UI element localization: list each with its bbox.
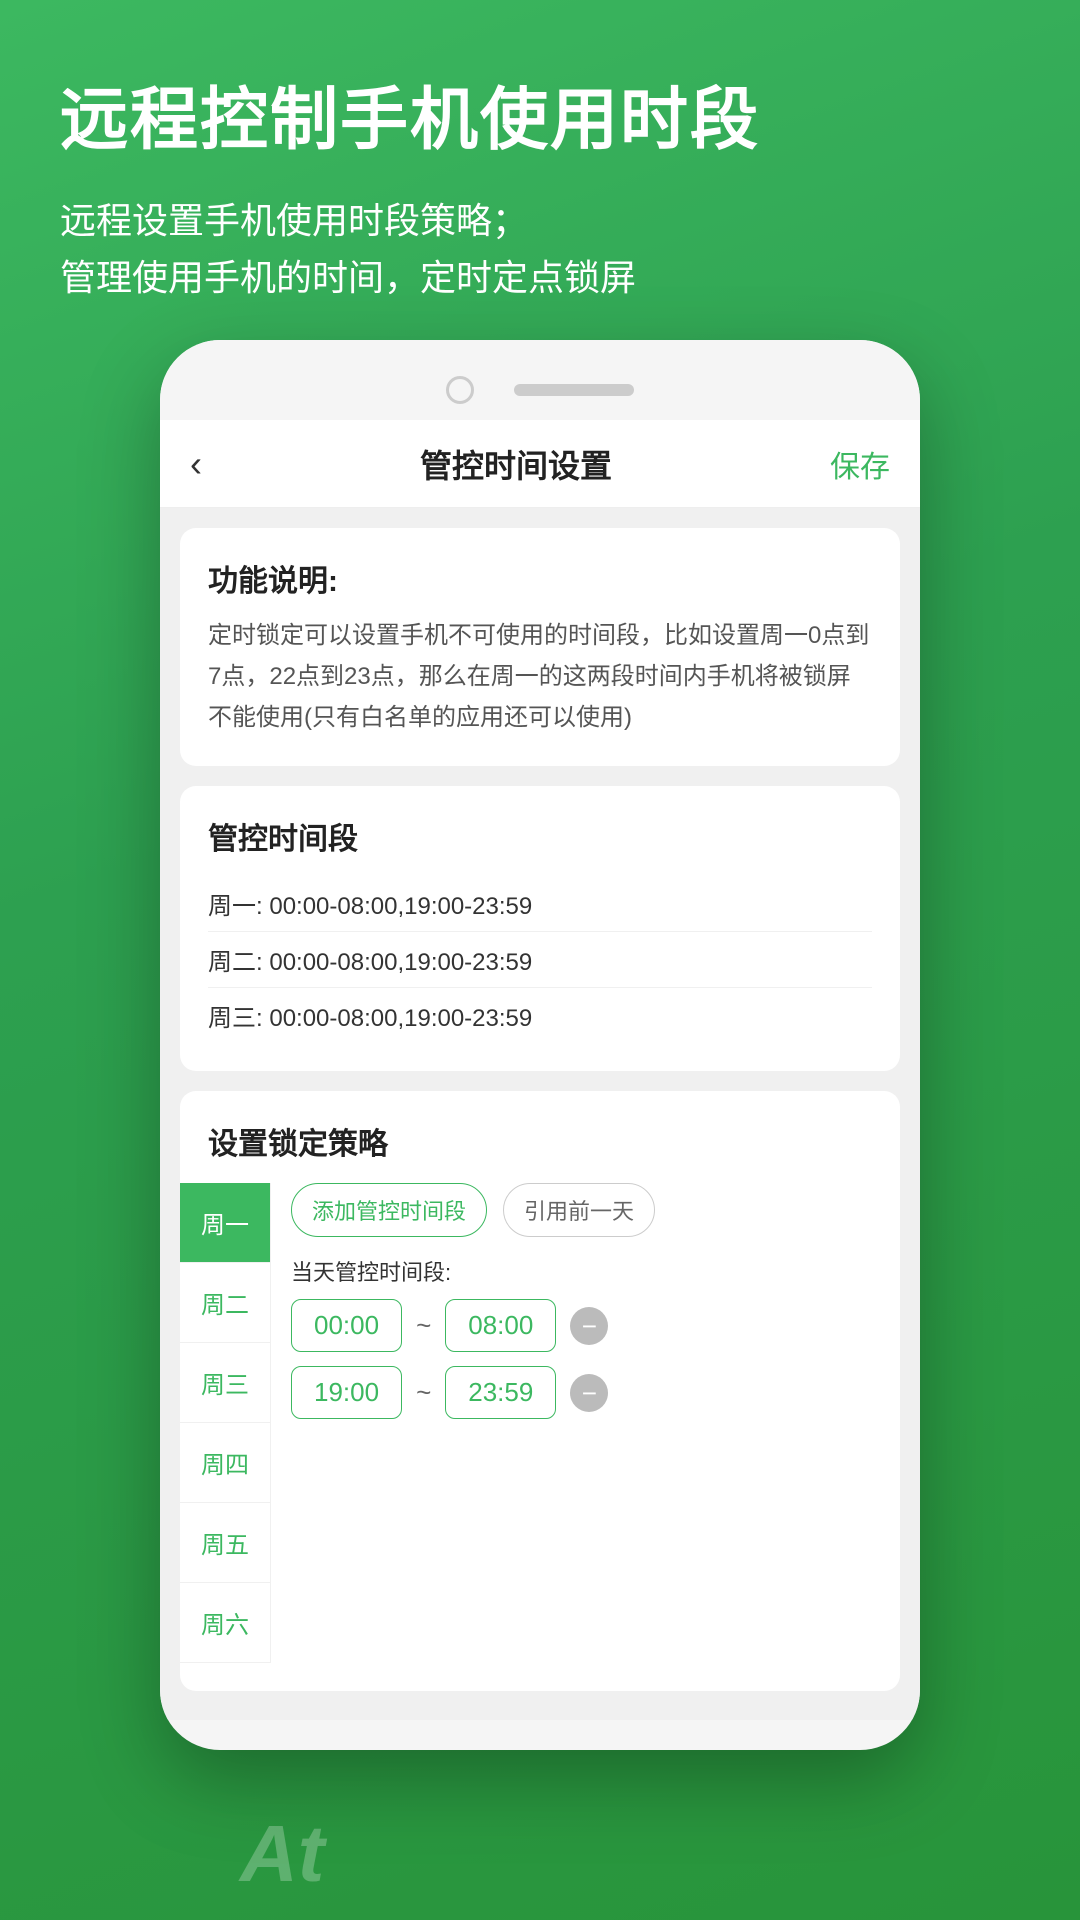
wednesday-time: 00:00-08:00,19:00-23:59 [269,1005,532,1032]
schedule-title: 管控时间段 [208,814,872,858]
phone-mockup: ‹ 管控时间设置 保存 功能说明: 定时锁定可以设置手机不可使用的时间段，比如设… [160,340,920,1750]
tuesday-time: 00:00-08:00,19:00-23:59 [269,949,532,976]
feature-description: 定时锁定可以设置手机不可使用的时间段，比如设置周一0点到7点，22点到23点，那… [208,616,872,738]
navbar-title: 管控时间设置 [420,441,612,487]
day-thursday[interactable]: 周四 [180,1423,270,1503]
day-friday[interactable]: 周五 [180,1503,270,1583]
remove-time-2[interactable]: − [570,1374,608,1412]
schedule-row-monday: 周一: 00:00-08:00,19:00-23:59 [208,876,872,932]
page-header: 远程控制手机使用时段 远程设置手机使用时段策略； 管理使用手机的时间，定时定点锁… [0,0,1080,347]
day-list: 周一 周二 周三 周四 周五 周六 添加管控时间段 引用前一天 当天管控时间段: [180,1183,900,1663]
feature-card: 功能说明: 定时锁定可以设置手机不可使用的时间段，比如设置周一0点到7点，22点… [180,528,900,766]
schedule-card: 管控时间段 周一: 00:00-08:00,19:00-23:59 周二: 00… [180,786,900,1071]
phone-top-bar [160,340,920,420]
at-brand-text: At [240,1808,324,1900]
phone-camera [446,376,474,404]
save-button[interactable]: 保存 [830,442,890,486]
time-range-row-1: 00:00 ~ 08:00 − [291,1299,880,1352]
wednesday-label: 周三: [208,1005,269,1032]
subtitle-line1: 远程设置手机使用时段策略； [60,192,1020,250]
tilde-2: ~ [416,1377,431,1408]
time-start-2[interactable]: 19:00 [291,1366,402,1419]
action-buttons: 添加管控时间段 引用前一天 [291,1183,880,1237]
back-button[interactable]: ‹ [190,443,202,485]
day-monday[interactable]: 周一 [180,1183,270,1263]
page-subtitle: 远程设置手机使用时段策略； 管理使用手机的时间，定时定点锁屏 [60,192,1020,307]
phone-speaker [514,384,634,396]
tilde-1: ~ [416,1310,431,1341]
today-label: 当天管控时间段: [291,1255,880,1287]
monday-time: 00:00-08:00,19:00-23:59 [269,893,532,920]
subtitle-line2: 管理使用手机的时间，定时定点锁屏 [60,249,1020,307]
page-title: 远程控制手机使用时段 [60,80,1020,162]
tuesday-label: 周二: [208,949,269,976]
time-end-2[interactable]: 23:59 [445,1366,556,1419]
app-navbar: ‹ 管控时间设置 保存 [160,420,920,508]
add-time-button[interactable]: 添加管控时间段 [291,1183,487,1237]
time-end-1[interactable]: 08:00 [445,1299,556,1352]
day-right-panel: 添加管控时间段 引用前一天 当天管控时间段: 00:00 ~ 08:00 − 1… [271,1183,900,1663]
day-column: 周一 周二 周三 周四 周五 周六 [180,1183,271,1663]
day-tuesday[interactable]: 周二 [180,1263,270,1343]
copy-previous-button[interactable]: 引用前一天 [503,1183,655,1237]
day-wednesday[interactable]: 周三 [180,1343,270,1423]
remove-time-1[interactable]: − [570,1307,608,1345]
schedule-row-wednesday: 周三: 00:00-08:00,19:00-23:59 [208,988,872,1043]
time-range-row-2: 19:00 ~ 23:59 − [291,1366,880,1419]
monday-label: 周一: [208,893,269,920]
app-content: ‹ 管控时间设置 保存 功能说明: 定时锁定可以设置手机不可使用的时间段，比如设… [160,420,920,1720]
lock-strategy-title: 设置锁定策略 [180,1119,900,1163]
feature-title: 功能说明: [208,556,872,600]
lock-strategy-card: 设置锁定策略 周一 周二 周三 周四 周五 周六 添加管控时间段 引用前一天 [180,1091,900,1691]
time-start-1[interactable]: 00:00 [291,1299,402,1352]
schedule-row-tuesday: 周二: 00:00-08:00,19:00-23:59 [208,932,872,988]
day-saturday[interactable]: 周六 [180,1583,270,1663]
